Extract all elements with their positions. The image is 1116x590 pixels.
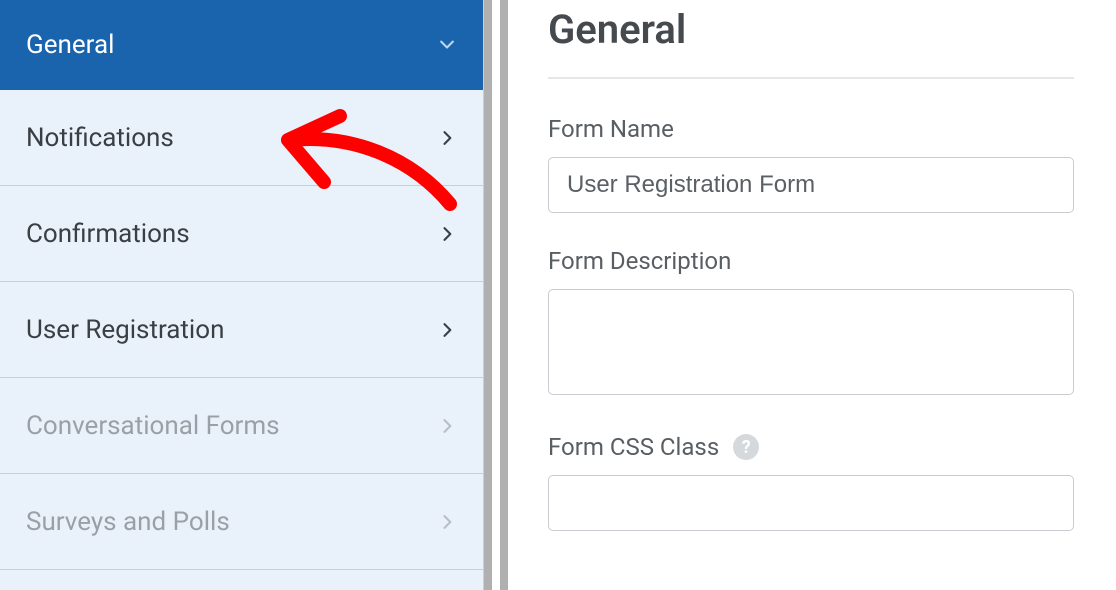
field-form-name: Form Name <box>548 115 1074 213</box>
sidebar-item-surveys-and-polls[interactable]: Surveys and Polls <box>0 474 483 570</box>
sidebar-item-label: General <box>26 30 114 60</box>
form-css-class-input[interactable] <box>548 475 1074 531</box>
page-title: General <box>548 6 1074 77</box>
chevron-down-icon <box>437 35 457 55</box>
sidebar-item-user-registration[interactable]: User Registration <box>0 282 483 378</box>
sidebar-item-notifications[interactable]: Notifications <box>0 90 483 186</box>
form-description-label: Form Description <box>548 247 1074 275</box>
chevron-right-icon <box>437 512 457 532</box>
field-form-css-class: Form CSS Class ? <box>548 433 1074 531</box>
form-description-textarea[interactable] <box>548 289 1074 395</box>
sidebar-item-label: Notifications <box>26 123 174 153</box>
sidebar-item-label: User Registration <box>26 315 224 345</box>
chevron-right-icon <box>437 128 457 148</box>
chevron-right-icon <box>437 224 457 244</box>
chevron-right-icon <box>437 416 457 436</box>
sidebar-item-confirmations[interactable]: Confirmations <box>0 186 483 282</box>
sidebar-item-label: Surveys and Polls <box>26 507 230 537</box>
form-name-input[interactable] <box>548 157 1074 213</box>
form-css-class-label: Form CSS Class <box>548 433 719 461</box>
settings-main-panel: General Form Name Form Description Form … <box>514 0 1116 590</box>
chevron-right-icon <box>437 320 457 340</box>
sidebar-item-label: Confirmations <box>26 219 190 249</box>
form-name-label: Form Name <box>548 115 1074 143</box>
settings-sidebar: General Notifications Confirmations User… <box>0 0 484 590</box>
sidebar-item-conversational-forms[interactable]: Conversational Forms <box>0 378 483 474</box>
help-icon[interactable]: ? <box>733 434 759 460</box>
sidebar-item-label: Conversational Forms <box>26 411 280 441</box>
section-divider <box>548 77 1074 79</box>
panel-divider <box>484 0 514 590</box>
field-form-description: Form Description <box>548 247 1074 399</box>
sidebar-item-general[interactable]: General <box>0 0 483 90</box>
